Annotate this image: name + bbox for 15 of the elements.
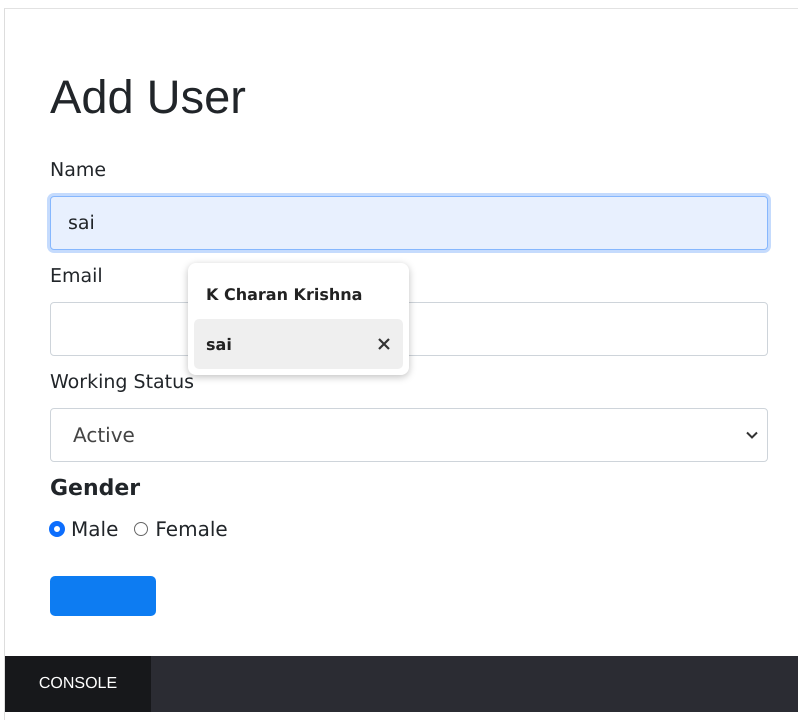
radio-option[interactable]: Female (134, 517, 228, 541)
section-heading: Gender (50, 476, 142, 501)
text-field[interactable]: sai (50, 196, 768, 250)
radio-option[interactable]: Male (50, 517, 118, 541)
close-icon[interactable] (377, 337, 391, 351)
console-tab[interactable]: CONSOLE (5, 656, 151, 712)
field-label: Email (50, 264, 104, 288)
suggestion-item[interactable]: sai (194, 319, 403, 369)
chevron-down-icon (745, 430, 759, 440)
page-title: Add User (50, 69, 247, 125)
suggestion-item[interactable]: K Charan Krishna (194, 269, 403, 319)
dropdown-field[interactable]: Active (50, 408, 768, 462)
field-label: Working Status (50, 370, 196, 394)
field-label: Name (50, 158, 108, 182)
form-button[interactable] (50, 576, 156, 616)
